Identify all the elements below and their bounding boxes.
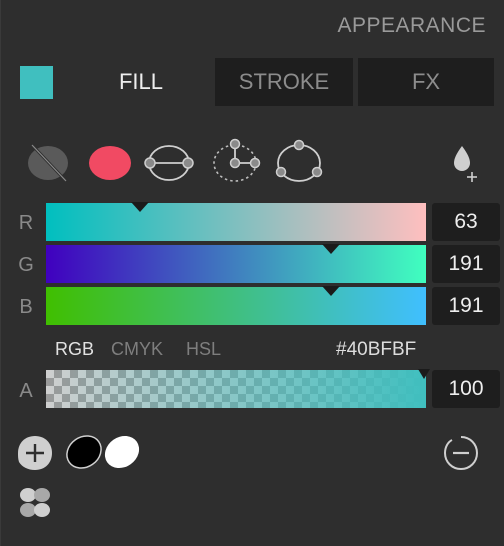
add-icon[interactable] <box>16 434 54 472</box>
channel-label-b: B <box>19 296 33 318</box>
tab-fx[interactable]: FX <box>358 58 494 106</box>
slider-green[interactable] <box>46 244 426 283</box>
radial-gradient-icon[interactable] <box>210 138 264 184</box>
panel-title: APPEARANCE <box>337 14 486 37</box>
hex-value[interactable]: #40BFBF <box>336 339 416 361</box>
channel-label-g: G <box>18 254 34 276</box>
slider-blue[interactable] <box>46 286 426 325</box>
solid-color-icon[interactable] <box>86 138 134 184</box>
remove-icon[interactable] <box>442 434 480 472</box>
tab-fill[interactable]: FILL <box>70 58 212 106</box>
tab-stroke[interactable]: STROKE <box>215 58 353 106</box>
red-value-field[interactable]: 63 <box>432 203 500 241</box>
mode-rgb[interactable]: RGB <box>55 339 94 360</box>
none-icon[interactable] <box>26 138 72 184</box>
fill-type-row <box>0 138 504 188</box>
green-value-field[interactable]: 191 <box>432 245 500 283</box>
channel-label-a: A <box>19 380 33 402</box>
slider-red[interactable] <box>46 202 426 241</box>
blue-value-field[interactable]: 191 <box>432 287 500 325</box>
linear-gradient-icon[interactable] <box>144 138 196 184</box>
angular-gradient-icon[interactable] <box>272 138 328 184</box>
slider-blue-handle[interactable] <box>322 286 340 296</box>
channel-label-r: R <box>18 212 34 234</box>
blend-icon[interactable] <box>16 484 54 522</box>
current-color-swatch[interactable] <box>20 66 53 99</box>
slider-alpha-handle[interactable] <box>418 369 430 379</box>
alpha-value-field[interactable]: 100 <box>432 370 500 408</box>
slider-red-handle[interactable] <box>131 202 149 212</box>
black-white-swatch-icon[interactable] <box>62 432 144 472</box>
mode-hsl[interactable]: HSL <box>186 339 221 360</box>
mode-cmyk[interactable]: CMYK <box>111 339 163 360</box>
eyedropper-icon[interactable] <box>448 138 484 184</box>
slider-alpha[interactable] <box>46 369 430 408</box>
slider-green-handle[interactable] <box>322 244 340 254</box>
